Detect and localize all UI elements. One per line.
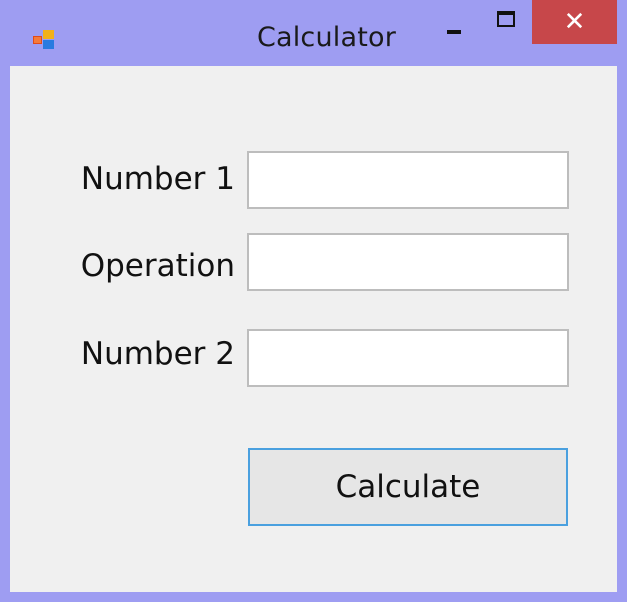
form-client-area: Number 1 Operation Number 2 Calculate (10, 66, 617, 592)
close-button[interactable]: ✕ (532, 0, 617, 44)
maximize-icon (497, 11, 515, 27)
calculate-button[interactable]: Calculate (248, 448, 568, 526)
calculator-window: Calculator ✕ Number 1 Operation Number 2… (0, 0, 627, 602)
minimize-icon (447, 30, 461, 34)
number1-label: Number 1 (80, 161, 235, 197)
number2-input[interactable] (247, 329, 569, 387)
maximize-button[interactable] (480, 0, 532, 44)
close-icon: ✕ (563, 7, 586, 37)
operation-input[interactable] (247, 233, 569, 291)
number2-label: Number 2 (80, 336, 235, 372)
operation-label: Operation (80, 248, 235, 284)
number1-input[interactable] (247, 151, 569, 209)
minimize-button[interactable] (430, 0, 480, 44)
